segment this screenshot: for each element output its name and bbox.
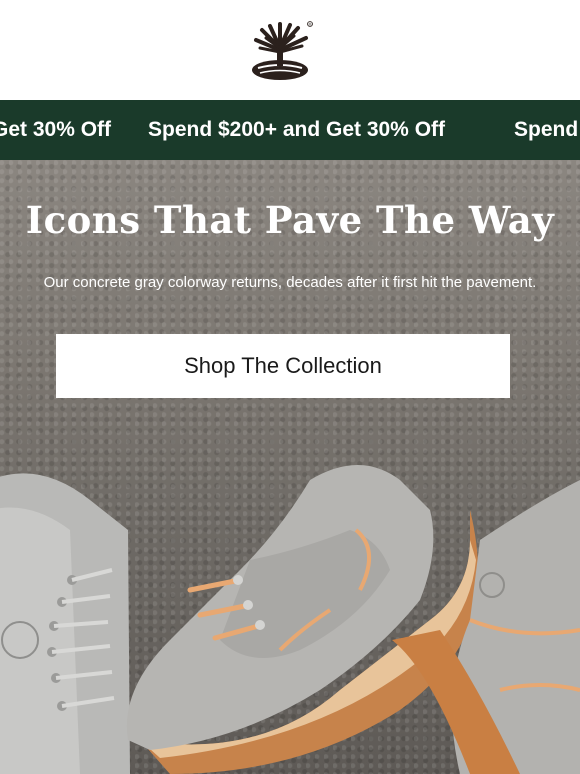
promo-text: Get 30% Off [0,100,111,160]
hero-product-image[interactable] [0,440,580,774]
registered-mark: ® [308,22,312,27]
hero-subtitle: Our concrete gray colorway returns, deca… [43,274,537,291]
promo-item: Get 30% Off [0,118,112,141]
hero-section[interactable]: Icons That Pave The Way Our concrete gra… [0,160,580,774]
email-header: ® [0,0,580,100]
promo-item: Spend [514,118,579,141]
promo-text: Spend [514,100,578,160]
shop-collection-button[interactable]: Shop The Collection [56,334,510,398]
hero-title: Icons That Pave The Way [25,198,555,242]
promo-banner[interactable]: Get 30% Off Spend $200+ and Get 30% Off … [0,100,580,160]
timberland-tree-logo-icon[interactable]: ® [250,18,314,82]
promo-item: Spend $200+ and Get 30% Off [148,118,446,141]
promo-text: Spend $200+ and Get 30% Off [148,100,445,160]
